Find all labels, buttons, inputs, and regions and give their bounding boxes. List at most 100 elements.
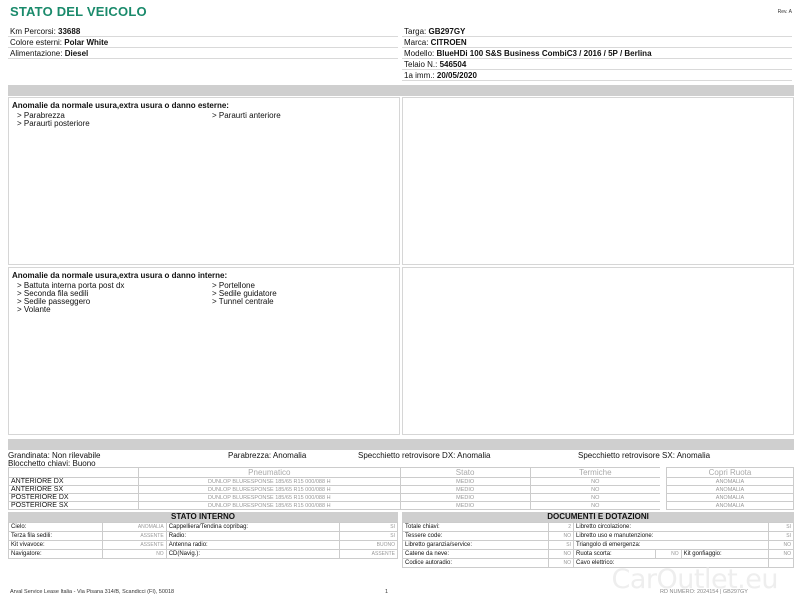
tyre-position: POSTERIORE DX <box>8 493 139 502</box>
footer-reference: RD NUMERO: 2024154 | GB297GY <box>660 589 748 595</box>
field-label: Catene da neve: <box>402 549 549 559</box>
table-row: Cielo: ANOMALIA Cappelliera/Tendina copri… <box>7 522 399 532</box>
table-row: Catene da neve: NO Ruota scorta: NO Kit go… <box>402 549 795 559</box>
status-mirror-right: Specchietto retrovisore DX: Anomalia <box>358 451 491 460</box>
wheel-cover-value: ANOMALIA <box>666 501 794 510</box>
status-windshield: Parabrezza: Anomalia <box>228 451 307 460</box>
info-row-color: Colore esterni: Polar White <box>8 37 398 48</box>
field-value: ASSENTE <box>102 540 167 550</box>
info-label: Telaio N.: <box>404 60 440 69</box>
list-item: > Tunnel centrale <box>212 297 274 306</box>
field-value: BUONO <box>338 540 399 550</box>
table-row: POSTERIORE SX DUNLOP BLURESPONSE 185/65 … <box>8 501 660 510</box>
internal-damage-title: Anomalie da normale usura,extra usura o … <box>12 271 228 280</box>
info-value: CITROEN <box>430 38 467 47</box>
field-value: NO <box>655 549 682 559</box>
internal-damage-list: > Battuta interna porta post dx > Portel… <box>17 282 399 314</box>
table-row: Totale chiavi: 2 Libretto circolazione: SI <box>402 522 795 532</box>
field-value: SI <box>338 531 399 541</box>
tyre-thermal: NO <box>529 485 660 494</box>
field-value: NO <box>767 540 795 550</box>
info-row-km: Km Percorsi: 33688 <box>8 26 398 37</box>
section-divider <box>8 439 794 450</box>
tyres-header-tyre: Pneumatico <box>137 467 401 478</box>
info-row-model: Modello: BlueHDi 100 S&S Business CombiC… <box>402 48 792 59</box>
external-damage-panel: Anomalie da normale usura,extra usura o … <box>8 97 400 265</box>
field-value: SI <box>767 531 795 541</box>
field-label: Libretto garanzia/service: <box>402 540 549 550</box>
field-value: SI <box>767 522 795 532</box>
wheel-cover-value: ANOMALIA <box>666 493 794 502</box>
tyre-thermal: NO <box>529 493 660 502</box>
field-value: ASSENTE <box>338 549 399 559</box>
tyre-thermal: NO <box>529 501 660 510</box>
info-label: 1a imm.: <box>404 71 437 80</box>
info-label: Km Percorsi: <box>10 27 59 36</box>
table-row: Terza fila sedili: ASSENTE Radio: SI <box>7 531 399 541</box>
info-value: Polar White <box>64 38 109 47</box>
list-item: > Paraurti posteriore <box>17 119 90 128</box>
field-value: NO <box>547 558 575 568</box>
field-label: Radio: <box>165 531 340 541</box>
info-label: Marca: <box>404 38 431 47</box>
field-label: Terza fila sedili: <box>7 531 104 541</box>
field-label: Triangolo di emergenza: <box>573 540 769 550</box>
field-value: NO <box>547 549 575 559</box>
info-row-plate: Targa: GB297GY <box>402 26 792 37</box>
field-label: Totale chiavi: <box>402 522 549 532</box>
info-row-fuel: Alimentazione: Diesel <box>8 48 398 59</box>
external-damage-list: > Parabrezza > Paraurti anteriore > Para… <box>17 112 399 128</box>
field-value: NO <box>102 549 167 559</box>
wheel-cover-value: ANOMALIA <box>666 485 794 494</box>
table-row: Tessere code: NO Libretto uso e manutenzi… <box>402 531 795 541</box>
field-value: ASSENTE <box>102 531 167 541</box>
field-label: Antenna radio: <box>165 540 340 550</box>
info-value: 20/05/2020 <box>436 71 477 80</box>
info-label: Alimentazione: <box>10 49 65 58</box>
field-label: Kit gonfiaggio: <box>680 549 769 559</box>
list-item: > Volante <box>17 305 51 314</box>
table-row: Navigatore: NO CD(Navig.): ASSENTE <box>7 549 399 559</box>
status-mirror-left: Specchietto retrovisore SX: Anomalia <box>578 451 711 460</box>
wheel-cover-header: Copri Ruota <box>666 467 794 478</box>
info-value: Diesel <box>64 49 89 58</box>
table-row: ANOMALIA <box>666 477 794 486</box>
table-row: ANOMALIA <box>666 485 794 494</box>
tyre-state: MEDIO <box>399 477 531 486</box>
field-value: 2 <box>547 522 575 532</box>
field-value: SI <box>547 540 575 550</box>
tyre-state: MEDIO <box>399 501 531 510</box>
internal-state-table: Cielo: ANOMALIA Cappelliera/Tendina copri… <box>7 522 399 559</box>
vehicle-info-left: Km Percorsi: 33688 Colore esterni: Polar… <box>8 26 398 59</box>
info-value: GB297GY <box>428 27 466 36</box>
tyre-state: MEDIO <box>399 485 531 494</box>
tyres-header-thermal: Termiche <box>529 467 660 478</box>
field-value: NO <box>547 531 575 541</box>
info-value: 33688 <box>58 27 81 36</box>
internal-state-title: STATO INTERNO <box>8 512 398 522</box>
external-damage-image <box>402 97 794 265</box>
section-divider <box>8 85 794 96</box>
table-row: Kit vivavoce: ASSENTE Antenna radio: BUONO <box>7 540 399 550</box>
field-label: Codice autoradio: <box>402 558 549 568</box>
field-label: Libretto uso e manutenzione: <box>573 531 769 541</box>
internal-state-section: STATO INTERNO Cielo: ANOMALIA Cappelliera… <box>7 512 399 559</box>
external-damage-title: Anomalie da normale usura,extra usura o … <box>12 101 229 110</box>
tyre-position: ANTERIORE SX <box>8 485 139 494</box>
table-row: ANTERIORE DX DUNLOP BLURESPONSE 185/65 R… <box>8 477 660 486</box>
tyre-position: POSTERIORE SX <box>8 501 139 510</box>
tyre-state: MEDIO <box>399 493 531 502</box>
documents-table: Totale chiavi: 2 Libretto circolazione: SI… <box>402 522 795 568</box>
tyre-model: DUNLOP BLURESPONSE 185/65 R15 000/088 H <box>137 485 401 494</box>
tyre-model: DUNLOP BLURESPONSE 185/65 R15 000/088 H <box>137 477 401 486</box>
tyre-position: ANTERIORE DX <box>8 477 139 486</box>
wheel-cover-value: ANOMALIA <box>666 477 794 486</box>
field-value: ANOMALIA <box>102 522 167 532</box>
tyres-table: Pneumatico Stato Termiche ANTERIORE DX D… <box>8 467 660 510</box>
wheel-cover-table: Copri Ruota ANOMALIA ANOMALIA ANOMALIA A… <box>666 467 794 510</box>
vehicle-info-right: Targa: GB297GY Marca: CITROEN Modello: B… <box>402 26 792 81</box>
table-row: ANOMALIA <box>666 501 794 510</box>
documents-section: DOCUMENTI E DOTAZIONI Totale chiavi: 2 Li… <box>402 512 795 568</box>
internal-damage-image <box>402 267 794 435</box>
field-label: Ruota scorta: <box>573 549 657 559</box>
